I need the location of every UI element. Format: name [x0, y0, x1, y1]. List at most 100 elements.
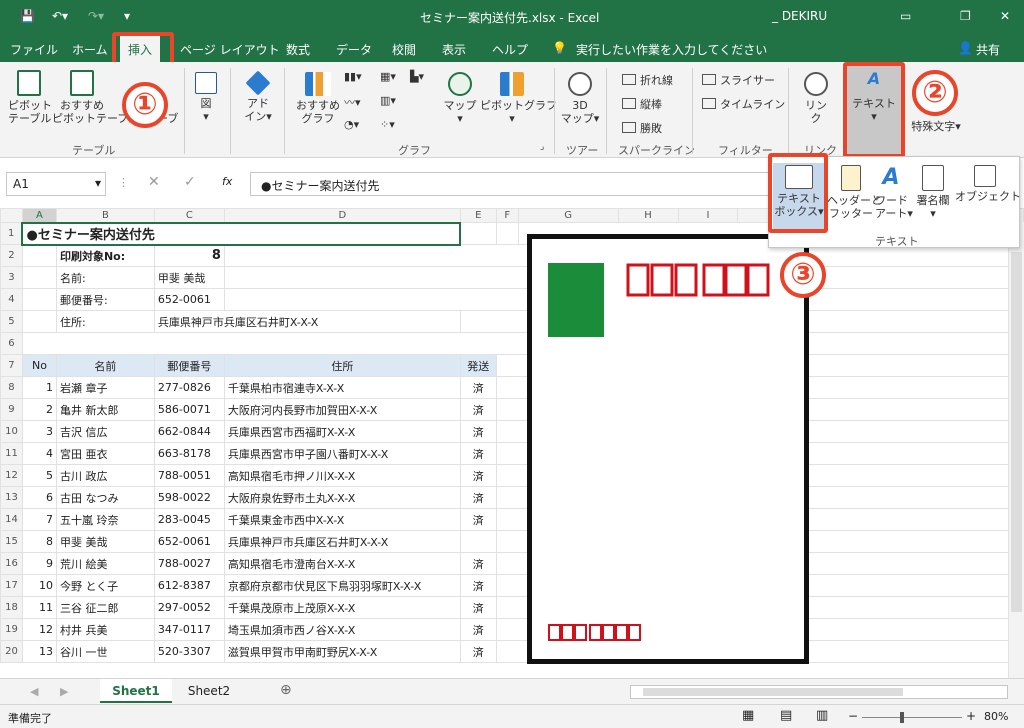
signature-line-button[interactable]: 署名欄 ▾: [911, 165, 955, 220]
tab-home[interactable]: ホーム: [72, 41, 108, 58]
chevron-down-icon[interactable]: ▾: [95, 176, 101, 190]
row-number[interactable]: 9: [0, 398, 23, 421]
row-number[interactable]: 11: [0, 442, 23, 465]
header-sent[interactable]: 発送: [459, 354, 497, 377]
waterfall-chart-icon[interactable]: ▙▾: [410, 70, 424, 83]
cell-address[interactable]: 大阪府泉佐野市土丸X-X-X: [223, 486, 461, 509]
cell-address[interactable]: 千葉県柏市宿連寺X-X-X: [223, 376, 461, 399]
symbols-button[interactable]: 特殊文字▾: [906, 120, 966, 133]
cell-zip[interactable]: 662-0844: [153, 420, 225, 443]
col-header-h[interactable]: H: [617, 208, 679, 223]
hierarchy-chart-icon[interactable]: ▦▾: [380, 70, 396, 83]
addr-value-cell[interactable]: 兵庫県神戸市兵庫区石井町X-X-X: [153, 310, 461, 333]
select-all[interactable]: [0, 208, 23, 223]
share-button[interactable]: 共有: [976, 41, 1000, 58]
cell-address[interactable]: 千葉県東金市西中X-X-X: [223, 508, 461, 531]
cell-sent[interactable]: 済: [459, 508, 497, 531]
user-name[interactable]: _ DEKIRU: [772, 9, 827, 23]
header-no[interactable]: No: [21, 354, 57, 377]
zoom-in-icon[interactable]: +: [966, 709, 976, 723]
sparkline-line-button[interactable]: 折れ線: [622, 72, 673, 88]
cell-address[interactable]: 京都府京都市伏見区下鳥羽羽塚町X-X-X: [223, 574, 461, 597]
cell-sent[interactable]: 済: [459, 376, 497, 399]
scroll-thumb[interactable]: [1011, 252, 1022, 612]
row-number[interactable]: 5: [0, 310, 23, 333]
cell-address[interactable]: 高知県宿毛市押ノ川X-X-X: [223, 464, 461, 487]
addr-label-cell[interactable]: 住所:: [55, 310, 155, 333]
column-chart-icon[interactable]: ▮▮▾: [344, 70, 362, 83]
normal-view-icon[interactable]: ▦: [742, 708, 754, 723]
row-number[interactable]: 3: [0, 266, 23, 289]
close-icon[interactable]: ✕: [1000, 9, 1010, 23]
pie-chart-icon[interactable]: ◔▾: [344, 118, 359, 131]
row-number[interactable]: 13: [0, 486, 23, 509]
col-header-a[interactable]: A: [21, 208, 57, 223]
cell-zip[interactable]: 520-3307: [153, 640, 225, 663]
cell[interactable]: [21, 332, 1024, 355]
sparkline-winloss-button[interactable]: 勝敗: [622, 120, 662, 136]
cell-no[interactable]: 9: [21, 552, 57, 575]
print-value-cell[interactable]: 8: [153, 244, 225, 267]
cell-name[interactable]: 甲斐 美哉: [55, 530, 155, 553]
zip-label-cell[interactable]: 郵便番号:: [55, 288, 155, 311]
cell-sent[interactable]: [459, 530, 497, 553]
horizontal-scrollbar[interactable]: [630, 685, 1008, 699]
tab-view[interactable]: 表示: [442, 41, 466, 58]
postcard-shape[interactable]: [527, 234, 809, 664]
col-header-f[interactable]: F: [495, 208, 519, 223]
cell-name[interactable]: 古田 なつみ: [55, 486, 155, 509]
cell-name[interactable]: 三谷 征二郎: [55, 596, 155, 619]
cell-zip[interactable]: 297-0052: [153, 596, 225, 619]
redo-icon[interactable]: ↷▾: [88, 9, 104, 23]
print-label-cell[interactable]: 印刷対象No:: [55, 244, 155, 267]
tab-file[interactable]: ファイル: [10, 41, 58, 58]
tab-help[interactable]: ヘルプ: [492, 41, 528, 58]
cell-address[interactable]: 大阪府河内長野市加賀田X-X-X: [223, 398, 461, 421]
header-name[interactable]: 名前: [55, 354, 155, 377]
name-label-cell[interactable]: 名前:: [55, 266, 155, 289]
cell-address[interactable]: 兵庫県西宮市甲子園八番町X-X-X: [223, 442, 461, 465]
zoom-slider[interactable]: [862, 712, 962, 723]
cell-zip[interactable]: 586-0071: [153, 398, 225, 421]
cell-address[interactable]: 高知県宿毛市澄南台X-X-X: [223, 552, 461, 575]
tell-me-search[interactable]: 実行したい作業を入力してください: [576, 41, 767, 58]
col-header-i[interactable]: I: [677, 208, 739, 223]
cell[interactable]: [21, 310, 57, 333]
cell-name[interactable]: 宮田 亜衣: [55, 442, 155, 465]
tab-formulas[interactable]: 数式: [286, 41, 310, 58]
3d-map-button[interactable]: 3D マップ▾: [560, 72, 600, 125]
cell[interactable]: [21, 244, 57, 267]
row-number[interactable]: 12: [0, 464, 23, 487]
worksheet[interactable]: A B C D E F G H I 1 ●セミナー案内送付先 2 印刷対象No: 8 …: [0, 208, 1024, 678]
row-number[interactable]: 10: [0, 420, 23, 443]
quick-access-customize-icon[interactable]: ▾: [124, 9, 130, 23]
cell-no[interactable]: 4: [21, 442, 57, 465]
undo-icon[interactable]: ↶▾: [52, 9, 68, 23]
cell-no[interactable]: 7: [21, 508, 57, 531]
row-number[interactable]: 14: [0, 508, 23, 531]
cell-zip[interactable]: 663-8178: [153, 442, 225, 465]
cell-name[interactable]: 今野 とく子: [55, 574, 155, 597]
col-header-b[interactable]: B: [55, 208, 155, 223]
timeline-button[interactable]: タイムライン: [702, 96, 785, 112]
cell-address[interactable]: 兵庫県神戸市兵庫区石井町X-X-X: [223, 530, 461, 553]
prev-sheet-icon[interactable]: ◀: [30, 685, 38, 698]
row-number[interactable]: 8: [0, 376, 23, 399]
cell-sent[interactable]: 済: [459, 640, 497, 663]
name-box[interactable]: A1 ▾: [6, 172, 106, 196]
row-number[interactable]: 16: [0, 552, 23, 575]
sheet-title-cell[interactable]: ●セミナー案内送付先: [21, 221, 462, 246]
illustrations-button[interactable]: 図 ▾: [192, 72, 220, 123]
scatter-chart-icon[interactable]: ⁘▾: [380, 118, 395, 131]
cell[interactable]: [459, 222, 497, 245]
cell-no[interactable]: 13: [21, 640, 57, 663]
formula-input[interactable]: ●セミナー案内送付先: [250, 172, 770, 196]
cell[interactable]: [21, 266, 57, 289]
function-icon[interactable]: fx: [222, 175, 232, 188]
cell-sent[interactable]: 済: [459, 596, 497, 619]
cell-zip[interactable]: 652-0061: [153, 530, 225, 553]
cell-sent[interactable]: 済: [459, 552, 497, 575]
object-button[interactable]: オブジェクト: [955, 165, 1021, 203]
cell-no[interactable]: 1: [21, 376, 57, 399]
page-break-view-icon[interactable]: ▥: [816, 708, 828, 723]
